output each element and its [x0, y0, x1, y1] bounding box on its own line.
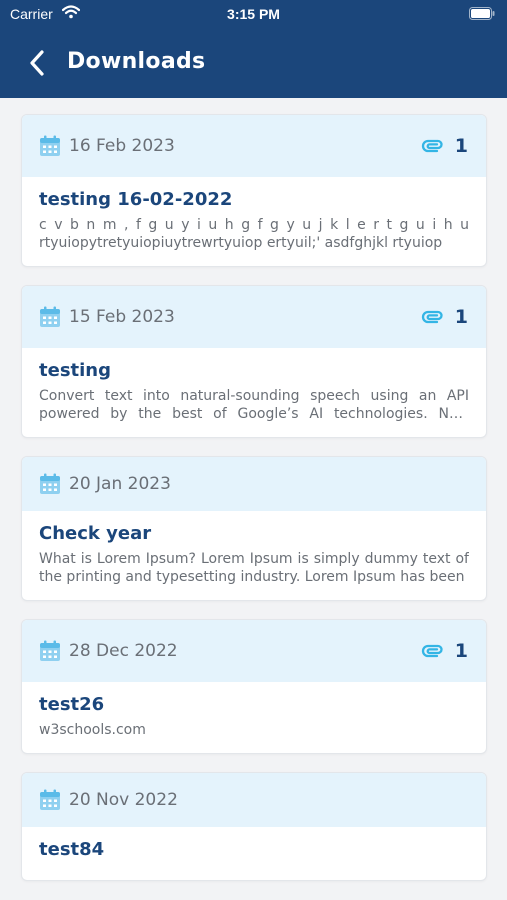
card-header: 16 Feb 2023 1: [22, 115, 486, 177]
download-card[interactable]: 20 Nov 2022 test84: [21, 772, 487, 881]
download-card[interactable]: 16 Feb 2023 1 testing 16-02-2022 c v b n…: [21, 114, 487, 267]
battery-icon: [469, 7, 495, 20]
card-body: Check year What is Lorem Ipsum? Lorem Ip…: [22, 511, 486, 600]
attachment-count: 1: [454, 640, 468, 662]
status-bar: Carrier 3:15 PM: [0, 0, 507, 28]
clock: 3:15 PM: [227, 6, 280, 22]
card-description: c v b n m , f g u y i u h g f g y u j k …: [39, 217, 469, 251]
calendar-icon: [40, 473, 60, 494]
card-header: 20 Jan 2023: [22, 457, 486, 511]
attachment-indicator: 1: [421, 306, 468, 328]
downloads-list: 16 Feb 2023 1 testing 16-02-2022 c v b n…: [21, 114, 487, 899]
card-date: 15 Feb 2023: [69, 307, 175, 327]
attachment-count: 1: [454, 135, 468, 157]
calendar-icon: [40, 640, 60, 661]
card-header: 20 Nov 2022: [22, 773, 486, 827]
paperclip-icon: [421, 644, 443, 658]
page-title: Downloads: [67, 49, 206, 74]
card-header: 28 Dec 2022 1: [22, 620, 486, 682]
card-body: testing Convert text into natural-soundi…: [22, 348, 486, 437]
card-title: Check year: [39, 523, 152, 544]
calendar-icon: [40, 306, 60, 327]
card-header: 15 Feb 2023 1: [22, 286, 486, 348]
navigation-bar: Downloads: [0, 40, 507, 84]
calendar-icon: [40, 135, 60, 156]
card-body: test84: [22, 827, 486, 880]
chevron-left-icon: [30, 50, 44, 76]
card-date: 20 Jan 2023: [69, 474, 171, 494]
attachment-indicator: 1: [421, 135, 468, 157]
download-card[interactable]: 28 Dec 2022 1 test26 w3schools.com: [21, 619, 487, 754]
paperclip-icon: [421, 310, 443, 324]
paperclip-icon: [421, 139, 443, 153]
app-header: Carrier 3:15 PM Downloads: [0, 0, 507, 98]
back-button[interactable]: [22, 48, 52, 78]
attachment-count: 1: [454, 306, 468, 328]
download-card[interactable]: 20 Jan 2023 Check year What is Lorem Ips…: [21, 456, 487, 601]
card-body: testing 16-02-2022 c v b n m , f g u y i…: [22, 177, 486, 266]
card-date: 28 Dec 2022: [69, 641, 178, 661]
card-description: Convert text into natural-sounding speec…: [39, 388, 469, 422]
card-description: What is Lorem Ipsum? Lorem Ipsum is simp…: [39, 551, 469, 585]
card-title: testing: [39, 360, 111, 381]
card-body: test26 w3schools.com: [22, 682, 486, 753]
card-date: 16 Feb 2023: [69, 136, 175, 156]
download-card[interactable]: 15 Feb 2023 1 testing Convert text into …: [21, 285, 487, 438]
attachment-indicator: 1: [421, 640, 468, 662]
calendar-icon: [40, 789, 60, 810]
card-title: testing 16-02-2022: [39, 189, 233, 210]
card-title: test84: [39, 839, 105, 860]
card-date: 20 Nov 2022: [69, 790, 178, 810]
card-description: w3schools.com: [39, 722, 146, 738]
card-title: test26: [39, 694, 105, 715]
